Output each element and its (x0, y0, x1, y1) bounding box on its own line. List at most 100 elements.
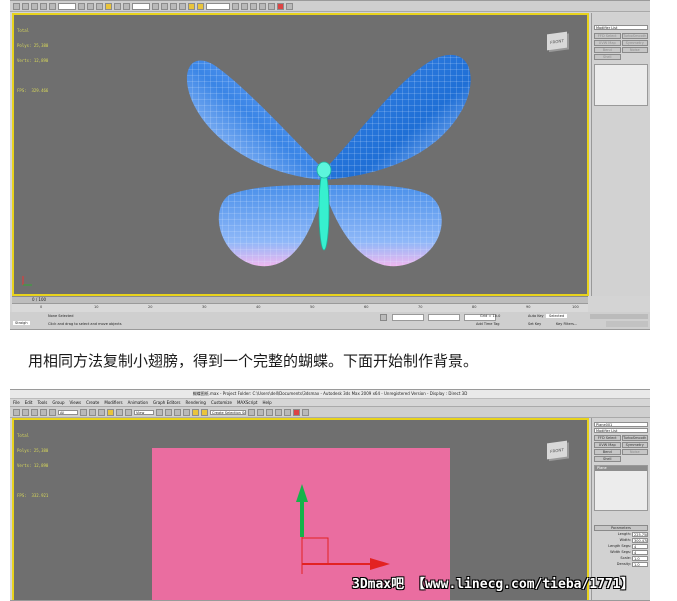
symmetry-button[interactable]: Symmetry (621, 442, 648, 448)
rotate-icon[interactable] (114, 2, 121, 10)
ffd-select-button[interactable]: FFD Select (594, 33, 621, 39)
scale-icon[interactable] (125, 408, 132, 416)
mirror-icon[interactable] (232, 2, 239, 10)
snap-icon[interactable] (170, 2, 177, 10)
bind-icon[interactable] (49, 408, 56, 416)
select-icon[interactable] (80, 408, 87, 416)
select-by-name-icon[interactable] (87, 2, 94, 10)
menu-edit[interactable]: Edit (25, 399, 33, 406)
scale-field[interactable]: 1.0 (632, 555, 648, 561)
butterfly-model[interactable] (174, 45, 474, 275)
pivot-icon[interactable] (152, 2, 159, 10)
menu-create[interactable]: Create (86, 399, 99, 406)
move-icon[interactable] (105, 2, 112, 10)
modifier-stack[interactable]: Plane (594, 465, 648, 511)
align-icon[interactable] (241, 2, 248, 10)
filter-dropdown[interactable]: All (58, 409, 78, 415)
modifier-list-dropdown[interactable]: Modifier List (594, 428, 648, 433)
menu-graph-editors[interactable]: Graph Editors (153, 399, 180, 406)
length-segs-field[interactable]: 4 (632, 543, 648, 549)
render-setup-icon[interactable] (293, 408, 300, 416)
menu-maxscript[interactable]: MAXScript (237, 399, 258, 406)
rotate-icon[interactable] (116, 408, 123, 416)
key-filters-button[interactable]: Key Filters... (556, 322, 577, 326)
filter-dropdown[interactable] (58, 2, 76, 10)
curve-editor-icon[interactable] (259, 2, 266, 10)
width-field[interactable]: 300.478 (632, 537, 648, 543)
viewport-nav-controls[interactable] (606, 321, 648, 327)
curve-editor-icon[interactable] (275, 408, 282, 416)
layer-icon[interactable] (266, 408, 273, 416)
menu-modifiers[interactable]: Modifiers (104, 399, 122, 406)
redo-icon[interactable] (22, 408, 29, 416)
menu-group[interactable]: Group (52, 399, 64, 406)
render-icon[interactable] (286, 2, 293, 10)
y-coord-field[interactable] (428, 314, 460, 321)
length-field[interactable]: 225.758 (632, 531, 648, 537)
redo-icon[interactable] (22, 2, 29, 10)
menu-customize[interactable]: Customize (211, 399, 232, 406)
render-icon[interactable] (302, 408, 309, 416)
scale-icon[interactable] (123, 2, 130, 10)
turbosmooth-button[interactable]: TurboSmooth (621, 33, 648, 39)
density-field[interactable]: 1.0 (632, 561, 648, 567)
snap-icon[interactable] (174, 408, 181, 416)
time-slider[interactable]: 0 / 100 (12, 296, 588, 303)
uvw-map-button[interactable]: UVW Map (594, 40, 621, 46)
viewcube[interactable]: FRONT (547, 31, 567, 51)
bind-icon[interactable] (49, 2, 56, 10)
ref-coord-dropdown[interactable]: View (134, 409, 154, 415)
align-icon[interactable] (257, 408, 264, 416)
manipulate-icon[interactable] (161, 2, 168, 10)
named-selection-dropdown[interactable] (206, 2, 230, 10)
noise-button[interactable]: Noise (621, 449, 648, 455)
undo-icon[interactable] (13, 408, 20, 416)
region-icon[interactable] (98, 408, 105, 416)
angle-snap-icon[interactable] (183, 408, 190, 416)
render-setup-icon[interactable] (277, 2, 284, 10)
link-icon[interactable] (31, 408, 38, 416)
modifier-stack[interactable] (594, 64, 648, 106)
ref-coord-dropdown[interactable] (132, 2, 150, 10)
material-editor-icon[interactable] (284, 408, 291, 416)
pivot-icon[interactable] (156, 408, 163, 416)
turbosmooth-button[interactable]: TurboSmooth (621, 435, 648, 441)
noise-button[interactable]: Noise (621, 47, 648, 53)
percent-snap-icon[interactable] (188, 2, 195, 10)
auto-key-button[interactable]: Auto Key (528, 314, 544, 318)
width-segs-field[interactable]: 4 (632, 549, 648, 555)
bend-button[interactable]: Bend (594, 449, 621, 455)
object-name-field[interactable]: Plane001 (594, 422, 648, 427)
shell-button[interactable]: Shell (594, 54, 621, 60)
mirror-icon[interactable] (248, 408, 255, 416)
spinner-snap-icon[interactable] (201, 408, 208, 416)
layer-icon[interactable] (250, 2, 257, 10)
spinner-snap-icon[interactable] (197, 2, 204, 10)
viewcube[interactable]: FRONT (547, 440, 567, 460)
menu-tools[interactable]: Tools (37, 399, 47, 406)
named-selection-dropdown[interactable]: Create Selection Set (210, 409, 246, 415)
uvw-map-button[interactable]: UVW Map (594, 442, 621, 448)
shell-button[interactable]: Shell (594, 456, 621, 462)
lock-icon[interactable] (380, 314, 387, 321)
percent-snap-icon[interactable] (192, 408, 199, 416)
selected-dropdown[interactable]: Selected (546, 314, 568, 318)
region-icon[interactable] (96, 2, 103, 10)
unlink-icon[interactable] (40, 408, 47, 416)
select-icon[interactable] (78, 2, 85, 10)
modifier-list-dropdown[interactable]: Modifier List (594, 25, 648, 30)
symmetry-button[interactable]: Symmetry (621, 40, 648, 46)
undo-icon[interactable] (13, 2, 20, 10)
stack-item-plane[interactable]: Plane (595, 466, 647, 471)
move-icon[interactable] (107, 408, 114, 416)
manipulate-icon[interactable] (165, 408, 172, 416)
unlink-icon[interactable] (40, 2, 47, 10)
mode-field[interactable]: Straigh (13, 321, 30, 325)
x-coord-field[interactable] (392, 314, 424, 321)
ffd-select-button[interactable]: FFD Select (594, 435, 621, 441)
material-editor-icon[interactable] (268, 2, 275, 10)
menu-rendering[interactable]: Rendering (186, 399, 206, 406)
select-by-name-icon[interactable] (89, 408, 96, 416)
add-time-tag-button[interactable]: Add Time Tag (476, 322, 500, 326)
link-icon[interactable] (31, 2, 38, 10)
